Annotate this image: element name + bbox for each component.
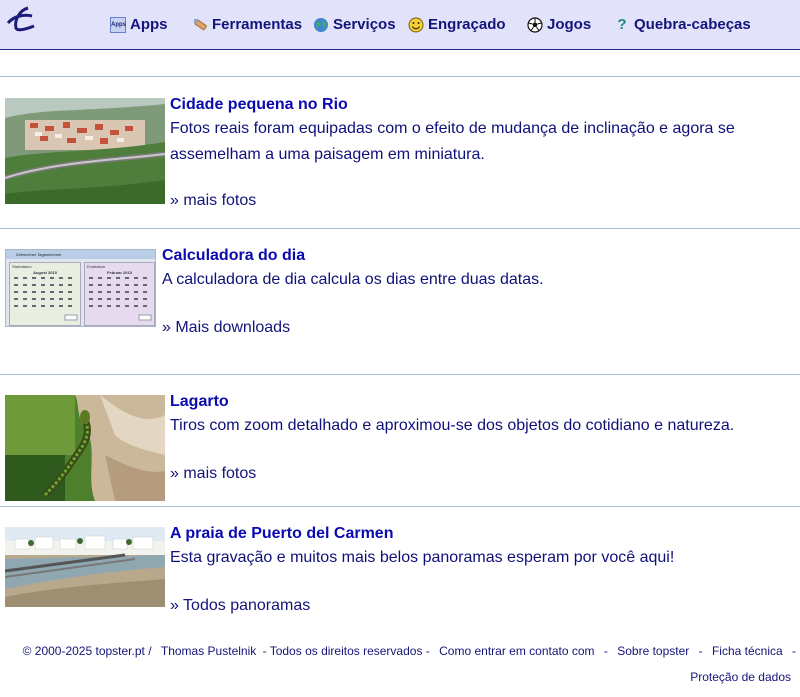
nav-engracado-label: Engraçado [428,16,506,33]
footer-separator: - [603,644,608,658]
nav-servicos[interactable]: Serviços [313,0,396,49]
footer-author-link[interactable]: Thomas Pustelnik [161,644,256,658]
divider [0,506,800,507]
article-thumbnail-calculator[interactable]: Zeitrechner Tagesrechner Startdatum Augu… [5,249,156,327]
footer-tech-link[interactable]: Ficha técnica [712,644,783,658]
nav-ferramentas[interactable]: Ferramentas [192,0,302,49]
more-downloads-link[interactable]: » Mais downloads [162,319,290,337]
article-description: A calculadora de dia calcula os dias ent… [162,271,544,288]
nav-ferramentas-label: Ferramentas [212,16,303,33]
topster-logo[interactable] [4,6,38,34]
footer-privacy-link[interactable]: Proteção de dados [690,670,791,684]
nav-servicos-label: Serviços [333,16,396,33]
footer-contact-link[interactable]: Como entrar em contato com [439,644,594,658]
all-panoramas-link[interactable]: » Todos panoramas [170,597,310,615]
divider [0,76,800,77]
more-photos-link[interactable]: » mais fotos [170,465,256,483]
article-title[interactable]: A praia de Puerto del Carmen [170,525,393,543]
article-thumbnail-lizard[interactable] [5,395,165,501]
footer-about-link[interactable]: Sobre topster [617,644,689,658]
question-mark-icon: ? [617,15,627,33]
nav-engracado[interactable]: Engraçado [408,0,506,49]
article-title[interactable]: Calculadora do dia [162,247,305,265]
divider [0,228,800,229]
footer-separator: - [792,644,796,658]
article-thumbnail-beach[interactable] [5,527,165,607]
footer-copyright: © 2000-2025 topster.pt / [22,644,152,658]
divider [0,374,800,375]
smiley-icon [408,17,424,33]
footer-rights: - Todos os direitos reservados - [262,644,430,658]
calc-left-tab: Startdatum [12,264,32,269]
nav-quebra-cabecas-label: Quebra-cabeças [634,16,751,33]
nav-jogos-label: Jogos [547,16,592,33]
calc-window-title: Zeitrechner Tagesrechner [6,250,155,259]
nav-quebra-cabecas[interactable]: ? Quebra-cabeças [614,0,751,49]
nav-jogos[interactable]: Jogos [527,0,591,49]
article-description: Fotos reais foram equipadas com o efeito… [170,120,735,163]
more-photos-link[interactable]: » mais fotos [170,192,256,210]
globe-icon [313,17,329,33]
tools-icon [192,17,208,33]
article-title[interactable]: Lagarto [170,393,229,411]
top-navigation-bar: Apps Apps Ferramentas Serviços Engraçado… [0,0,800,50]
article-description: Esta gravação e muitos mais belos panora… [170,549,675,566]
article-description: Tiros com zoom detalhado e aproximou-se … [170,417,735,434]
article-title[interactable]: Cidade pequena no Rio [170,96,348,114]
footer-separator: - [698,644,703,658]
footer: © 2000-2025 topster.pt / Thomas Pustelni… [0,644,796,658]
nav-apps[interactable]: Apps Apps [110,0,168,49]
calc-right-tab: Enddatum [87,264,106,269]
nav-apps-label: Apps [130,16,168,33]
article-thumbnail-small-town[interactable] [5,98,165,204]
apps-icon: Apps [110,16,126,33]
soccer-ball-icon [527,16,543,33]
